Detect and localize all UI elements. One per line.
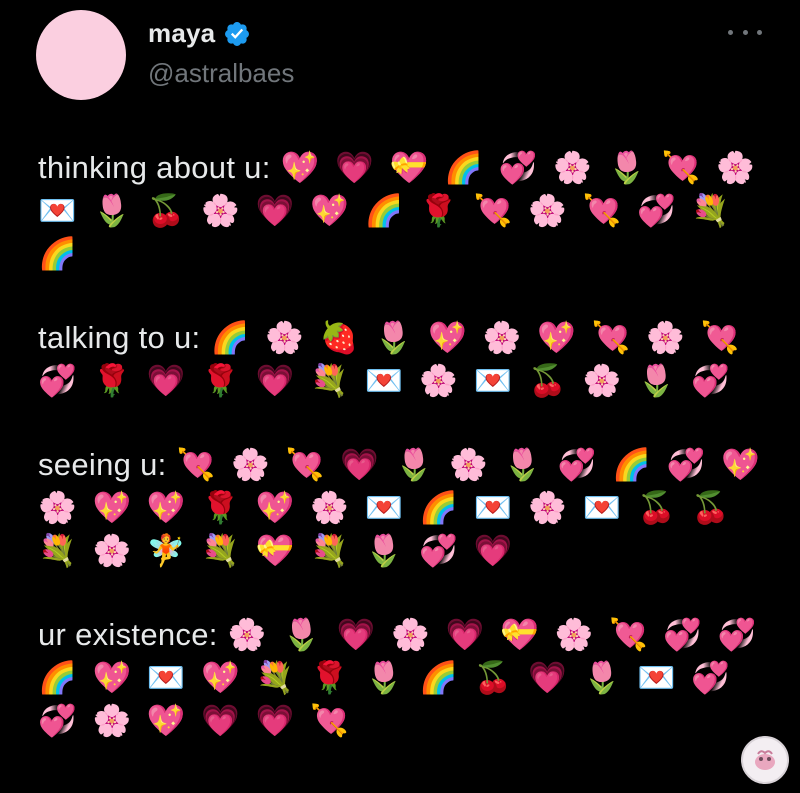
author-display-name[interactable]: maya [148, 18, 215, 49]
author-name-row: maya [148, 18, 251, 49]
tweet-stanza: ur existence: 🌸 🌷 💗 🌸 💗 💝 🌸 💘 💞 💞 🌈 💖 💌 … [38, 613, 778, 743]
stanza-label: talking to u: [38, 320, 201, 355]
verified-badge-icon [223, 20, 251, 48]
tweet-stanza: talking to u: 🌈 🌸 🍓 🌷 💖 🌸 💖 💘 🌸 💘 💞 🌹 💗 … [38, 316, 778, 403]
author-handle[interactable]: @astralbaes [148, 58, 294, 89]
author-avatar[interactable] [36, 10, 126, 100]
more-horizontal-icon [757, 29, 762, 35]
tweet-stanza: seeing u: 💘 🌸 💘 💗 🌷 🌸 🌷 💞 🌈 💞 💖 🌸 💖 💖 🌹 … [38, 443, 778, 573]
tweet-stanza: thinking about u: 💖 💗 💝 🌈 💞 🌸 🌷 💘 🌸 💌 🌷 … [38, 146, 778, 276]
account-switcher-avatar[interactable] [741, 736, 789, 784]
more-horizontal-icon [742, 29, 748, 35]
account-switcher-avatar-icon [755, 750, 775, 770]
stanza-label: ur existence: [38, 617, 218, 652]
stanza-label: seeing u: [38, 447, 167, 482]
stanza-label: thinking about u: [38, 150, 271, 185]
more-options-button[interactable] [728, 22, 762, 42]
tweet-text: thinking about u: 💖 💗 💝 🌈 💞 🌸 🌷 💘 🌸 💌 🌷 … [38, 146, 778, 783]
more-horizontal-icon [728, 29, 733, 35]
